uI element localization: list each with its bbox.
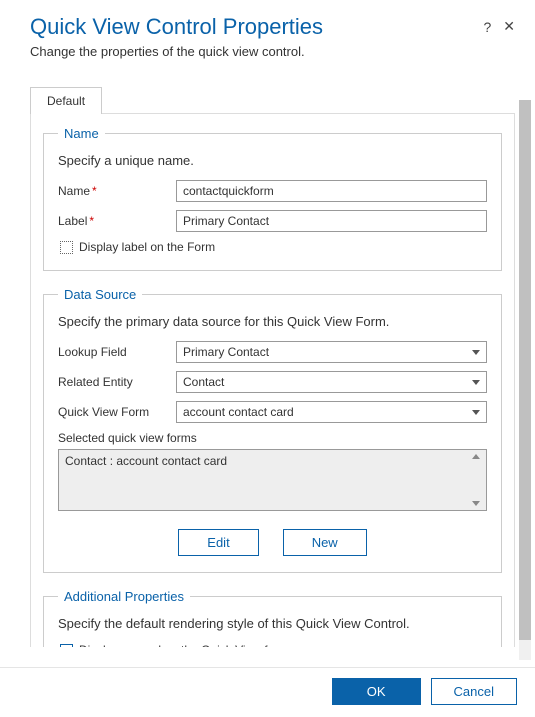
tab-default[interactable]: Default	[30, 87, 102, 114]
move-up-icon[interactable]	[472, 454, 480, 459]
dialog-subtitle: Change the properties of the quick view …	[30, 44, 515, 59]
additional-fieldset: Additional Properties Specify the defaul…	[43, 589, 502, 647]
dialog-title: Quick View Control Properties	[30, 14, 323, 40]
display-label-checkbox[interactable]	[60, 241, 73, 254]
additional-instruction: Specify the default rendering style of t…	[58, 616, 487, 631]
scrollbar-track[interactable]	[519, 100, 531, 660]
display-label-text: Display label on the Form	[79, 240, 215, 254]
related-entity-select[interactable]: Contact	[176, 371, 487, 393]
tab-panel: Name Specify a unique name. Name* Label*…	[30, 113, 515, 647]
ok-button[interactable]: OK	[332, 678, 421, 705]
quick-view-form-select[interactable]: account contact card	[176, 401, 487, 423]
main-content: Default Name Specify a unique name. Name…	[0, 67, 535, 647]
name-fieldset: Name Specify a unique name. Name* Label*…	[43, 126, 502, 271]
move-down-icon[interactable]	[472, 501, 480, 506]
additional-legend: Additional Properties	[58, 589, 190, 604]
close-icon[interactable]: ✕	[503, 18, 515, 35]
selected-forms-label: Selected quick view forms	[58, 431, 487, 445]
datasource-legend: Data Source	[58, 287, 142, 302]
name-label: Name*	[58, 184, 168, 198]
dialog-header: Quick View Control Properties ? ✕ Change…	[0, 0, 535, 67]
related-entity-label: Related Entity	[58, 375, 168, 389]
quick-view-form-label: Quick View Form	[58, 405, 168, 419]
lookup-field-select[interactable]: Primary Contact	[176, 341, 487, 363]
lookup-field-label: Lookup Field	[58, 345, 168, 359]
name-legend: Name	[58, 126, 105, 141]
dialog-footer: OK Cancel	[0, 667, 535, 717]
cancel-button[interactable]: Cancel	[431, 678, 517, 705]
selected-form-item: Contact : account contact card	[65, 454, 227, 468]
display-card-checkbox[interactable]	[60, 644, 73, 648]
label-label: Label*	[58, 214, 168, 228]
selected-forms-listbox[interactable]: Contact : account contact card	[58, 449, 487, 511]
datasource-fieldset: Data Source Specify the primary data sou…	[43, 287, 502, 573]
label-input[interactable]	[176, 210, 487, 232]
datasource-instruction: Specify the primary data source for this…	[58, 314, 487, 329]
display-card-text: Display as card on the Quick View form	[79, 643, 288, 647]
new-button[interactable]: New	[283, 529, 367, 556]
help-icon[interactable]: ?	[483, 19, 491, 35]
edit-button[interactable]: Edit	[178, 529, 258, 556]
name-input[interactable]	[176, 180, 487, 202]
name-instruction: Specify a unique name.	[58, 153, 487, 168]
scrollbar-thumb[interactable]	[519, 100, 531, 640]
